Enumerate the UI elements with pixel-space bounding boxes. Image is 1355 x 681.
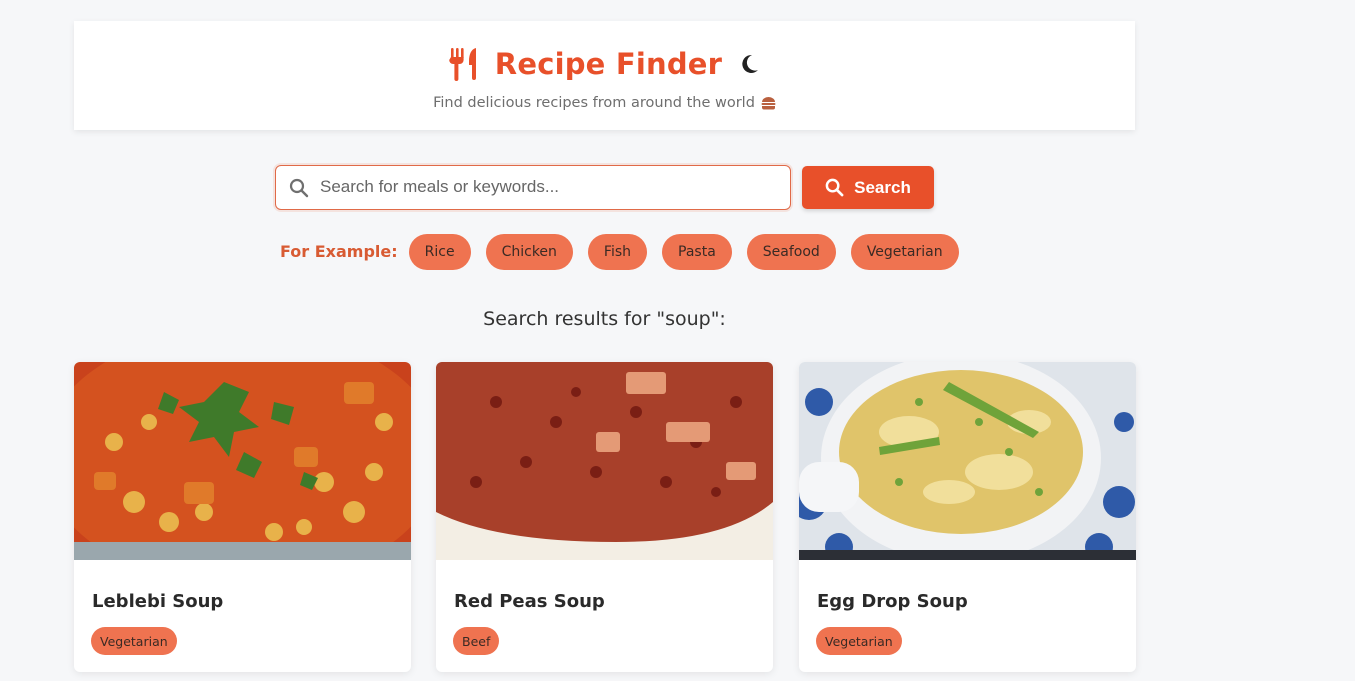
search-box <box>275 165 791 210</box>
recipe-photo <box>799 362 1136 560</box>
chip-chicken[interactable]: Chicken <box>485 233 573 270</box>
recipe-card[interactable]: Egg Drop Soup Vegetarian <box>799 362 1136 672</box>
subtitle: Find delicious recipes from around the w… <box>74 95 1135 111</box>
app-header: Recipe Finder Find delicious recipes fro… <box>74 21 1135 130</box>
recipe-name: Leblebi Soup <box>92 591 224 612</box>
recipe-card[interactable]: Leblebi Soup Vegetarian <box>74 362 411 672</box>
search-button[interactable]: Search <box>802 166 934 209</box>
recipe-name: Egg Drop Soup <box>817 591 968 612</box>
search-icon <box>825 178 844 197</box>
recipe-category-badge: Beef <box>453 627 500 655</box>
example-label: For Example: <box>280 242 398 261</box>
utensils-icon <box>448 48 476 81</box>
chip-fish[interactable]: Fish <box>587 233 648 270</box>
search-input[interactable] <box>320 166 780 208</box>
burger-icon <box>761 97 776 110</box>
search-button-label: Search <box>854 177 911 197</box>
moon-icon[interactable] <box>738 53 760 75</box>
chip-seafood[interactable]: Seafood <box>746 233 836 270</box>
title-row: Recipe Finder <box>74 43 1135 85</box>
page-title: Recipe Finder <box>494 47 723 81</box>
chip-rice[interactable]: Rice <box>408 233 471 270</box>
recipe-category-badge: Vegetarian <box>91 627 177 655</box>
chip-vegetarian[interactable]: Vegetarian <box>850 233 959 270</box>
results-heading: Search results for "soup": <box>483 308 726 330</box>
recipe-photo <box>74 362 411 560</box>
example-tags: For Example: Rice Chicken Fish Pasta Sea… <box>280 233 974 270</box>
recipe-card[interactable]: Red Peas Soup Beef <box>436 362 773 672</box>
recipe-photo <box>436 362 773 560</box>
chip-pasta[interactable]: Pasta <box>662 233 732 270</box>
subtitle-text: Find delicious recipes from around the w… <box>433 95 755 111</box>
recipe-category-badge: Vegetarian <box>816 627 902 655</box>
recipe-name: Red Peas Soup <box>454 591 605 612</box>
search-icon <box>289 178 309 198</box>
